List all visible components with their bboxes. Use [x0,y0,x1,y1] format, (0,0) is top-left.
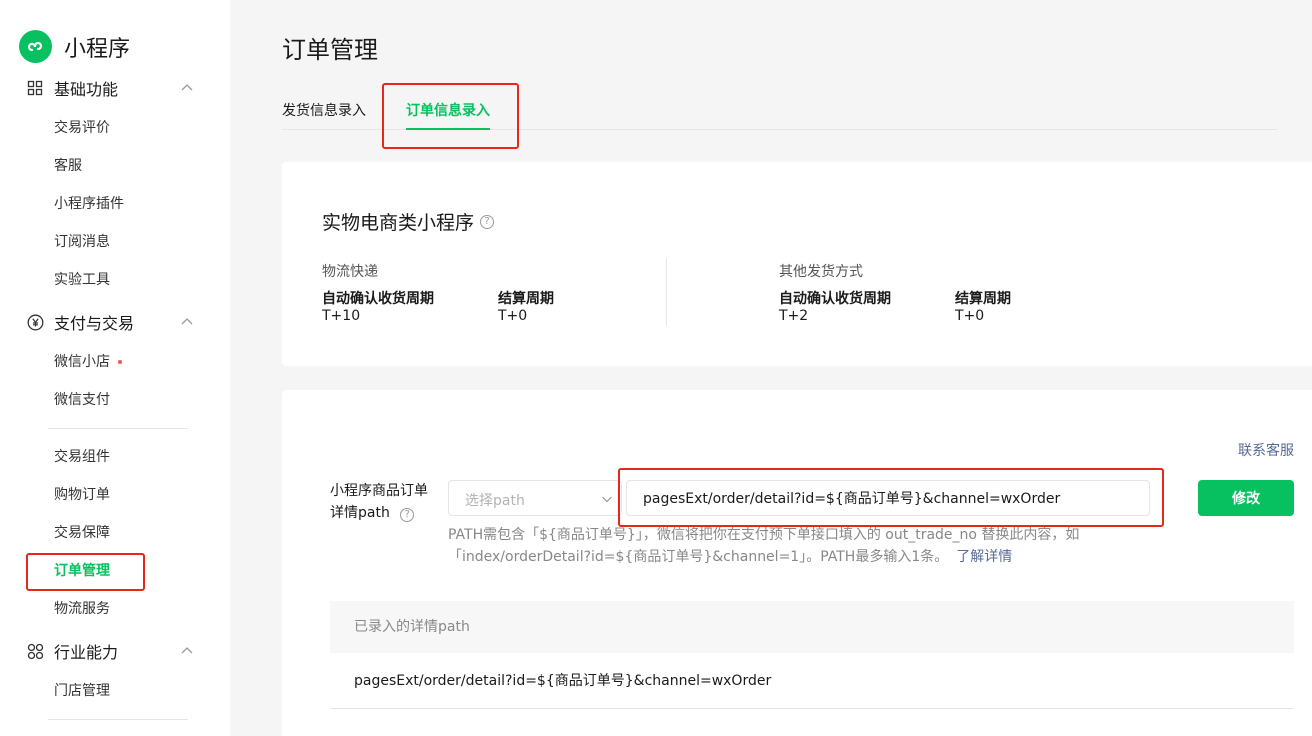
sidebar-divider [48,428,188,429]
yen-icon [26,313,44,331]
nav-group-payment[interactable]: 支付与交易 [26,307,196,337]
sidebar-item-wechat-pay[interactable]: 微信支付 [54,390,110,410]
nav-group-label: 基础功能 [54,80,119,99]
learn-more-link[interactable]: 了解详情 [956,549,1012,565]
path-config-card: 联系客服 小程序商品订单详情path ? 选择path 修改 PATH需包含「$… [282,390,1312,736]
help-icon[interactable]: ? [480,214,495,229]
sidebar-item-trade-component[interactable]: 交易组件 [54,447,110,467]
sidebar-item-logistics[interactable]: 物流服务 [54,599,110,619]
chevron-up-icon[interactable] [180,315,194,329]
card-title-text: 实物电商类小程序 [322,212,475,234]
help-icon[interactable]: ? [400,508,415,522]
sidebar-item-subscribe-msg[interactable]: 订阅消息 [54,232,110,252]
sidebar-item-wechat-shop[interactable]: 微信小店 [54,352,122,372]
table-header: 已录入的详情path [330,601,1294,653]
field-value: T+0 [955,308,985,324]
industry-icon [26,642,44,660]
notification-dot [118,360,122,364]
sidebar-divider [48,719,188,720]
chevron-up-icon[interactable] [180,644,194,658]
app-logo[interactable]: 小程序 [19,30,130,63]
field-value: T+2 [779,308,809,324]
contact-support-link[interactable]: 联系客服 [1238,440,1294,460]
sidebar-item-trade-guarantee[interactable]: 交易保障 [54,523,110,543]
grid-icon [26,79,44,97]
sidebar-item-lab-tools[interactable]: 实验工具 [54,270,110,290]
sidebar-item-customer-service[interactable]: 客服 [54,156,82,176]
field-value: T+0 [498,308,528,324]
nav-group-basic[interactable]: 基础功能 [26,73,196,103]
nav-group-label: 行业能力 [54,643,119,662]
page-title: 订单管理 [282,36,378,64]
table-row: pagesExt/order/detail?id=${商品订单号}&channe… [330,653,1294,709]
sidebar-item-shopping-orders[interactable]: 购物订单 [54,485,110,505]
select-placeholder: 选择path [465,493,525,509]
highlight-box-tab [382,83,519,149]
field-label: 结算周期 [955,291,1011,307]
field-label: 自动确认收货周期 [779,291,891,307]
miniprogram-logo-icon [19,30,52,63]
section-label: 其他发货方式 [779,264,863,280]
tab-shipping-info[interactable]: 发货信息录入 [282,100,366,120]
highlight-box-sidebar [26,553,145,591]
modify-button[interactable]: 修改 [1198,480,1294,516]
nav-group-label: 支付与交易 [54,314,135,333]
sidebar-item-plugins[interactable]: 小程序插件 [54,194,124,214]
nav-group-industry[interactable]: 行业能力 [26,636,196,666]
field-label: 结算周期 [498,291,554,307]
settlement-card: 实物电商类小程序 ? 物流快递 自动确认收货周期 T+10 结算周期 T+0 其… [282,162,1312,366]
chevron-down-icon [602,496,612,503]
card-title: 实物电商类小程序 ? [322,208,495,235]
sidebar-item-trade-review[interactable]: 交易评价 [54,118,110,138]
form-label: 小程序商品订单详情path ? [330,480,440,524]
sidebar-item-label: 微信小店 [54,354,110,370]
section-divider [666,258,667,326]
sidebar: 小程序 基础功能 交易评价 客服 小程序插件 订阅消息 实验工具 支付与交易 微… [0,0,230,736]
section-label: 物流快递 [322,264,378,280]
field-value: T+10 [322,308,361,324]
sidebar-item-store-management[interactable]: 门店管理 [54,681,110,701]
field-label: 自动确认收货周期 [322,291,434,307]
app-title: 小程序 [64,36,131,62]
path-hint: PATH需包含「${商品订单号}」，微信将把你在支付预下单接口填入的 out_t… [448,524,1158,568]
path-select[interactable]: 选择path [448,480,622,516]
chevron-up-icon[interactable] [180,81,194,95]
highlight-box-path [618,468,1164,527]
